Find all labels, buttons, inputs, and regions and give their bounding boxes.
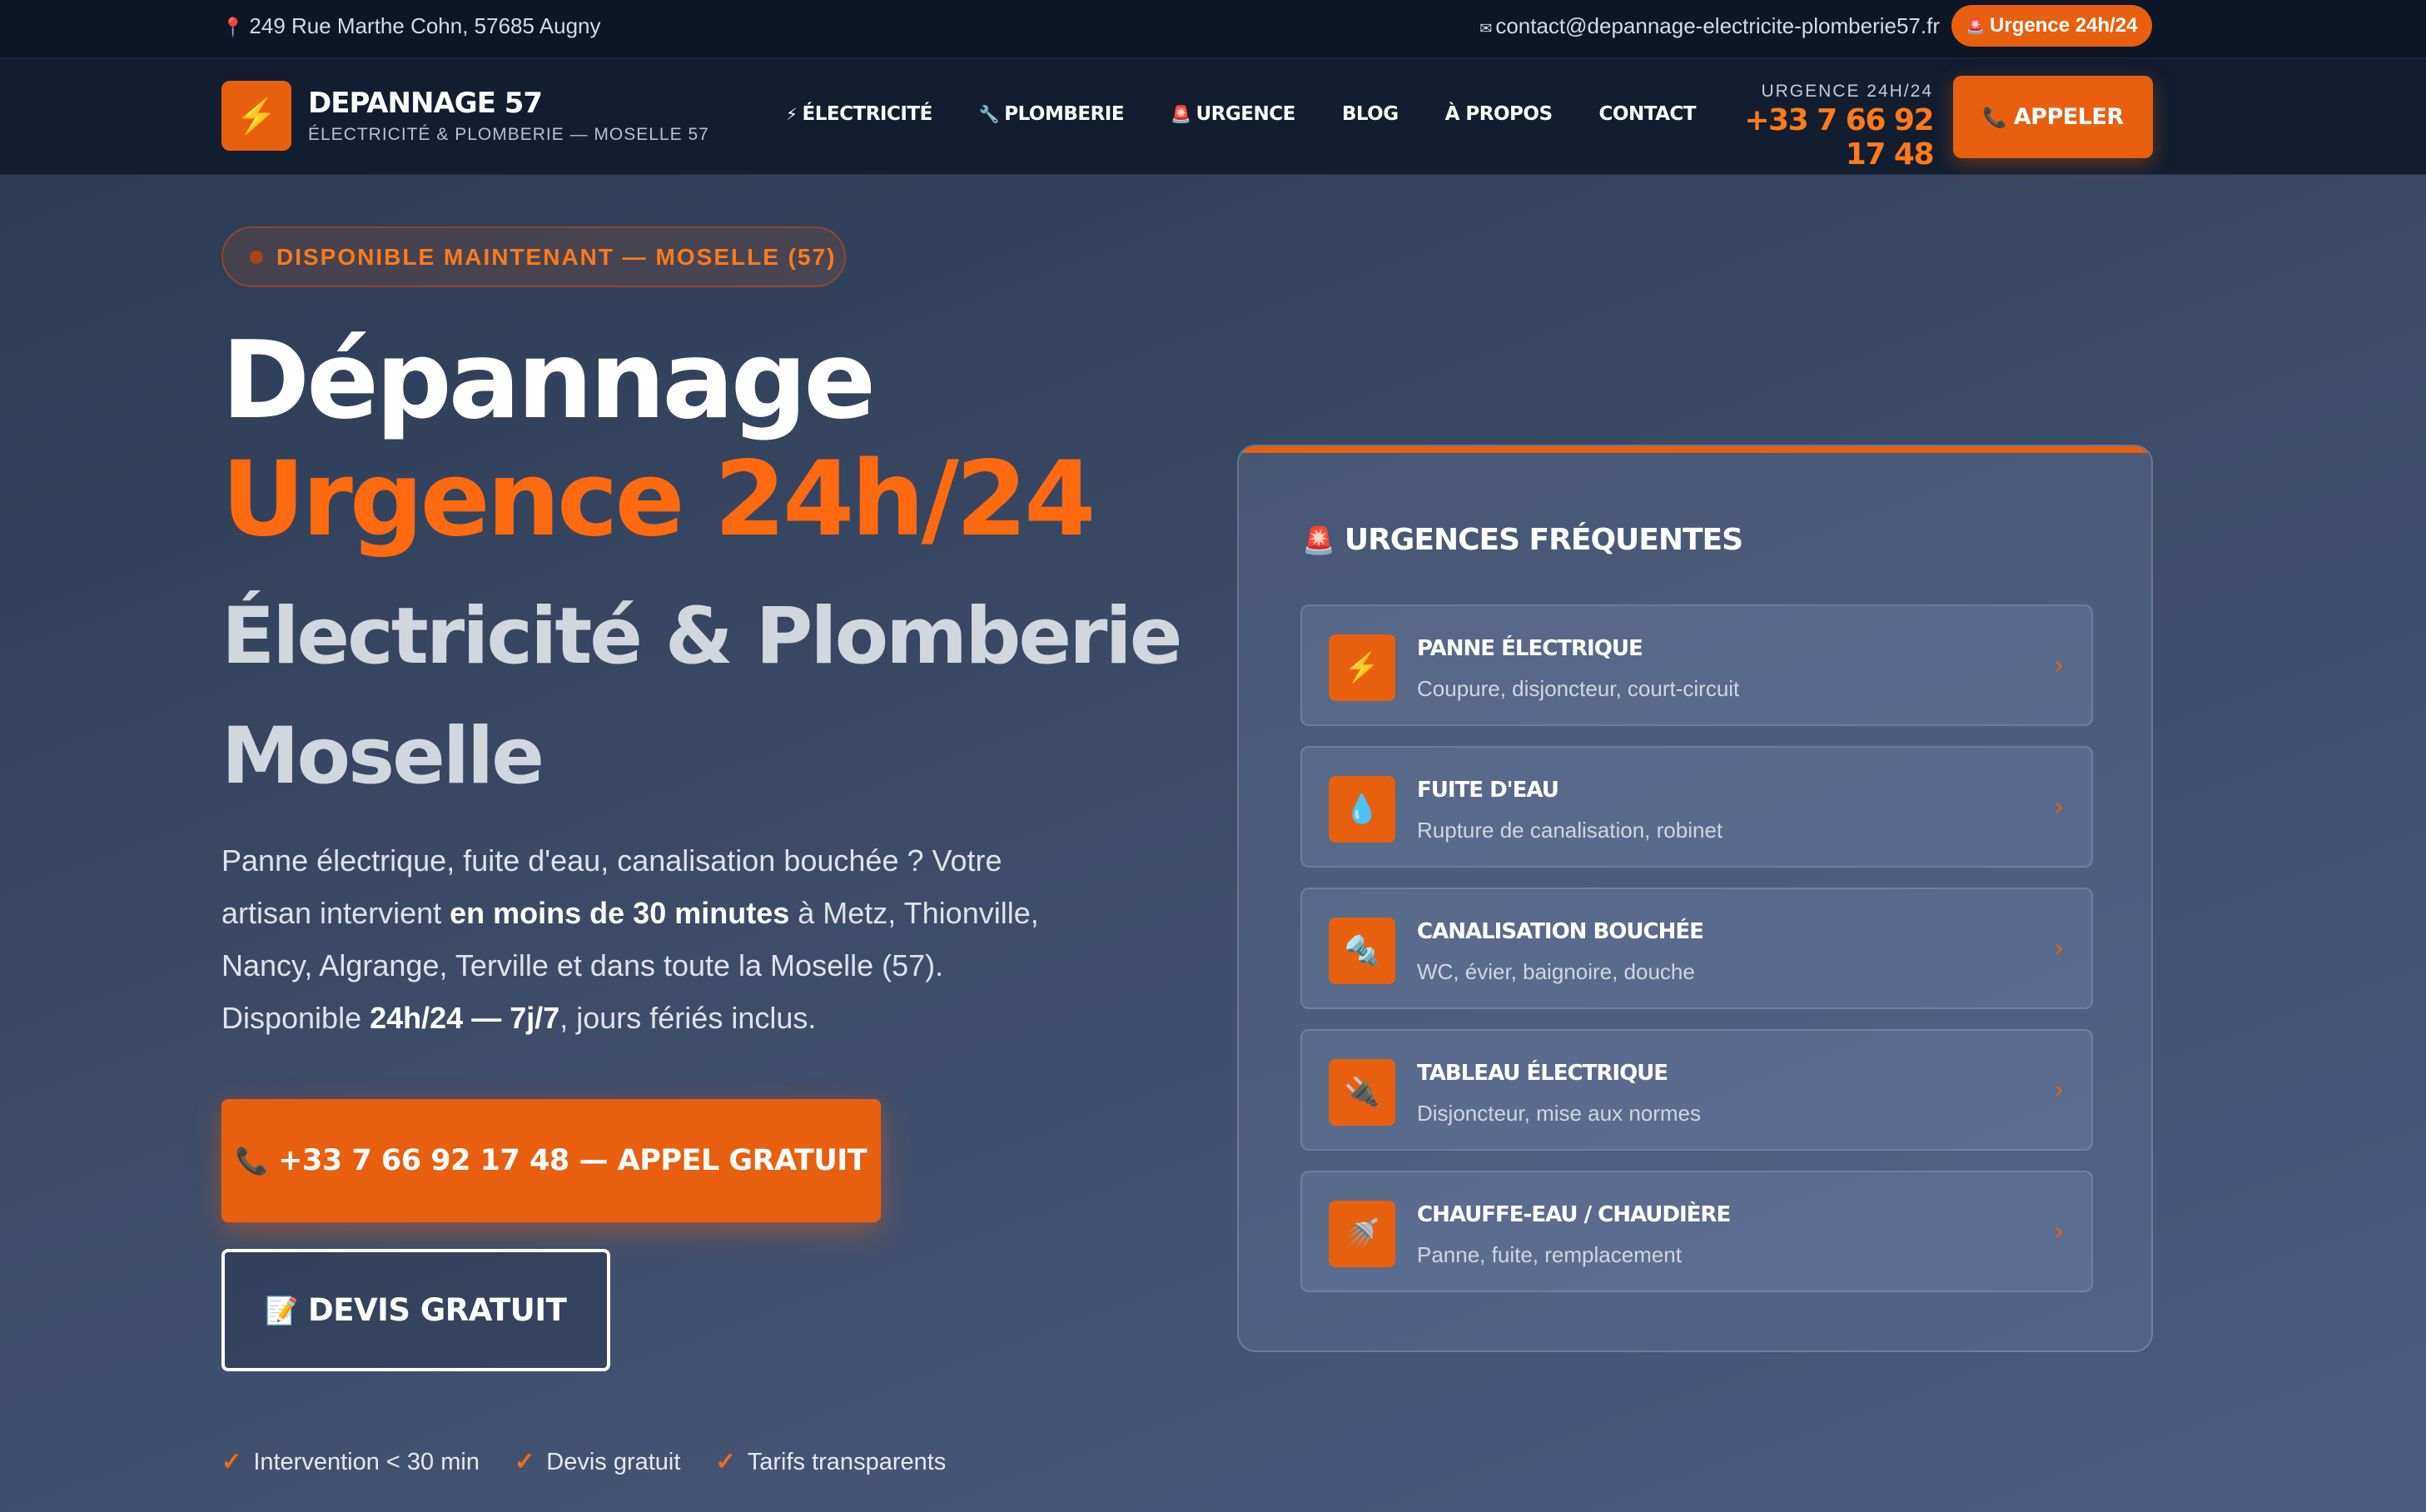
nav-item-urgence[interactable]: 🚨 URGENCE xyxy=(1171,103,1295,125)
chevron-right-icon: › xyxy=(2055,1217,2063,1245)
free-quote-button[interactable]: 📝 DEVIS GRATUIT xyxy=(221,1249,610,1371)
siren-icon: 🚨 xyxy=(1302,525,1335,556)
main-nav: ⚡ ÉLECTRICITÉ 🔧 PLOMBERIE 🚨 URGENCE BLOG À … xyxy=(786,103,1742,125)
lightning-icon: ⚡ xyxy=(1329,634,1395,701)
card-title: PANNE ÉLECTRIQUE xyxy=(1417,636,1643,661)
water-drop-icon: 💧 xyxy=(1329,776,1395,843)
brand-name[interactable]: DEPANNAGE 57 xyxy=(308,87,709,120)
siren-icon: 🚨 xyxy=(1171,104,1191,124)
card-title: FUITE D'EAU xyxy=(1417,778,1559,803)
memo-icon: 📝 xyxy=(265,1294,299,1326)
call-button[interactable]: 📞 APPELER xyxy=(1953,76,2153,158)
header-phone-label: URGENCE 24H/24 xyxy=(1761,82,1933,101)
brand-subtitle: ÉLECTRICITÉ & PLOMBERIE — MOSELLE 57 xyxy=(308,125,709,144)
urgence-card-panne-electrique[interactable]: ⚡ PANNE ÉLECTRIQUE Coupure, disjoncteur,… xyxy=(1300,604,2093,726)
chevron-right-icon: › xyxy=(2055,934,2063,962)
map-pin-icon: 📍 xyxy=(221,17,245,37)
hero-lead: Panne électrique, fuite d'eau, canalisat… xyxy=(221,834,1071,1044)
free-quote-label[interactable]: DEVIS GRATUIT xyxy=(308,1292,567,1328)
email-link[interactable]: ✉ contact@depannage-electricite-plomberie… xyxy=(1479,13,1940,39)
lightning-icon: ⚡ xyxy=(786,104,798,124)
nav-item-electricite[interactable]: ⚡ ÉLECTRICITÉ xyxy=(786,103,932,125)
check-icon: ✓ xyxy=(514,1449,535,1475)
urgences-panel: 🚨 URGENCES FRÉQUENTES ⚡ PANNE ÉLECTRIQUE … xyxy=(1237,445,2153,1352)
trust-item: ✓ Tarifs transparents xyxy=(715,1447,946,1476)
trust-text: Devis gratuit xyxy=(546,1449,681,1475)
nav-label[interactable]: URGENCE xyxy=(1196,103,1295,125)
lightning-logo-icon[interactable]: ⚡ xyxy=(221,81,291,151)
envelope-icon: ✉ xyxy=(1479,20,1493,37)
chevron-right-icon: › xyxy=(2055,1076,2063,1103)
nav-label[interactable]: BLOG xyxy=(1342,103,1399,125)
urgent-pill-label[interactable]: Urgence 24h/24 xyxy=(1990,14,2137,37)
nav-item-contact[interactable]: CONTACT xyxy=(1599,103,1697,125)
nav-label[interactable]: PLOMBERIE xyxy=(1004,103,1124,125)
chevron-right-icon: › xyxy=(2055,651,2063,679)
call-button-label[interactable]: APPELER xyxy=(2014,104,2124,130)
status-dot xyxy=(250,250,263,264)
card-desc: Coupure, disjoncteur, court-circuit xyxy=(1417,676,1740,701)
trust-list: ✓ Intervention < 30 min ✓ Devis gratuit ✓ T… xyxy=(221,1447,981,1476)
urgent-pill[interactable]: 🚨 Urgence 24h/24 xyxy=(1951,5,2152,47)
card-title: TABLEAU ÉLECTRIQUE xyxy=(1417,1061,1668,1086)
top-bar: 📍 249 Rue Marthe Cohn, 57685 Augny ✉ conta… xyxy=(0,0,2426,58)
phone-icon: 📞 xyxy=(1982,105,2007,129)
site-header: ⚡ DEPANNAGE 57 ÉLECTRICITÉ & PLOMBERIE —… xyxy=(0,58,2426,175)
header-phone-number[interactable]: +33 7 66 92 17 48 xyxy=(1707,103,1934,172)
card-title: CHAUFFE-EAU / CHAUDIÈRE xyxy=(1417,1202,1731,1227)
header-phone[interactable]: URGENCE 24H/24 +33 7 66 92 17 48 xyxy=(1707,82,1934,172)
card-title: CANALISATION BOUCHÉE xyxy=(1417,919,1704,944)
trust-item: ✓ Devis gratuit xyxy=(515,1447,680,1476)
nav-item-a-propos[interactable]: À PROPOS xyxy=(1445,103,1553,125)
email-text[interactable]: contact@depannage-electricite-plomberie5… xyxy=(1495,13,1940,38)
plug-icon: 🔌 xyxy=(1329,1059,1395,1126)
nav-item-blog[interactable]: BLOG xyxy=(1342,103,1399,125)
shower-icon: 🚿 xyxy=(1329,1201,1395,1267)
nav-label[interactable]: CONTACT xyxy=(1599,103,1697,125)
nav-label[interactable]: ÉLECTRICITÉ xyxy=(803,103,933,125)
address-text: 249 Rue Marthe Cohn, 57685 Augny xyxy=(249,13,601,38)
card-desc: WC, évier, baignoire, douche xyxy=(1417,959,1695,984)
hero-title-line4: Moselle xyxy=(221,711,544,802)
address: 📍 249 Rue Marthe Cohn, 57685 Augny xyxy=(221,13,601,39)
availability-badge-text: DISPONIBLE MAINTENANT — MOSELLE (57) xyxy=(276,243,837,270)
lead-bold: 24h/24 — 7j/7 xyxy=(370,1001,560,1035)
check-icon: ✓ xyxy=(715,1449,736,1475)
hero-title-line1: Dépannage xyxy=(221,319,876,443)
panel-title-text: URGENCES FRÉQUENTES xyxy=(1344,523,1743,557)
lead-bold: en moins de 30 minutes xyxy=(450,896,790,930)
trust-item: ✓ Intervention < 30 min xyxy=(221,1447,480,1476)
lead-text: , jours fériés inclus. xyxy=(559,1001,817,1035)
trust-text: Tarifs transparents xyxy=(747,1449,947,1475)
call-free-label[interactable]: +33 7 66 92 17 48 — APPEL GRATUIT xyxy=(278,1144,867,1177)
urgence-card-tableau[interactable]: 🔌 TABLEAU ÉLECTRIQUE Disjoncteur, mise a… xyxy=(1300,1029,2093,1151)
card-desc: Rupture de canalisation, robinet xyxy=(1417,818,1723,843)
nav-item-plomberie[interactable]: 🔧 PLOMBERIE xyxy=(978,103,1125,125)
brand[interactable]: DEPANNAGE 57 ÉLECTRICITÉ & PLOMBERIE — M… xyxy=(308,87,709,145)
panel-title: 🚨 URGENCES FRÉQUENTES xyxy=(1302,523,1743,557)
phone-icon: 📞 xyxy=(235,1145,269,1176)
urgence-card-fuite-eau[interactable]: 💧 FUITE D'EAU Rupture de canalisation, r… xyxy=(1300,746,2093,868)
hero-title-line2: Urgence 24h/24 xyxy=(221,440,1096,560)
call-free-button[interactable]: 📞 +33 7 66 92 17 48 — APPEL GRATUIT xyxy=(221,1099,881,1222)
check-icon: ✓ xyxy=(221,1449,242,1475)
urgence-card-canalisation[interactable]: 🔩 CANALISATION BOUCHÉE WC, évier, baigno… xyxy=(1300,888,2093,1009)
panel-accent-line xyxy=(1239,446,2151,453)
nut-bolt-icon: 🔩 xyxy=(1329,918,1395,984)
siren-icon: 🚨 xyxy=(1966,17,1985,34)
chevron-right-icon: › xyxy=(2055,793,2063,820)
card-desc: Panne, fuite, remplacement xyxy=(1417,1242,1682,1267)
trust-text: Intervention < 30 min xyxy=(253,1449,480,1475)
nav-label[interactable]: À PROPOS xyxy=(1445,103,1553,125)
card-desc: Disjoncteur, mise aux normes xyxy=(1417,1101,1702,1126)
availability-badge: DISPONIBLE MAINTENANT — MOSELLE (57) xyxy=(221,226,846,287)
urgence-card-chauffe-eau[interactable]: 🚿 CHAUFFE-EAU / CHAUDIÈRE Panne, fuite, … xyxy=(1300,1171,2093,1292)
wrench-icon: 🔧 xyxy=(978,104,1000,124)
hero-title-line3: Électricité & Plomberie xyxy=(221,591,1182,682)
